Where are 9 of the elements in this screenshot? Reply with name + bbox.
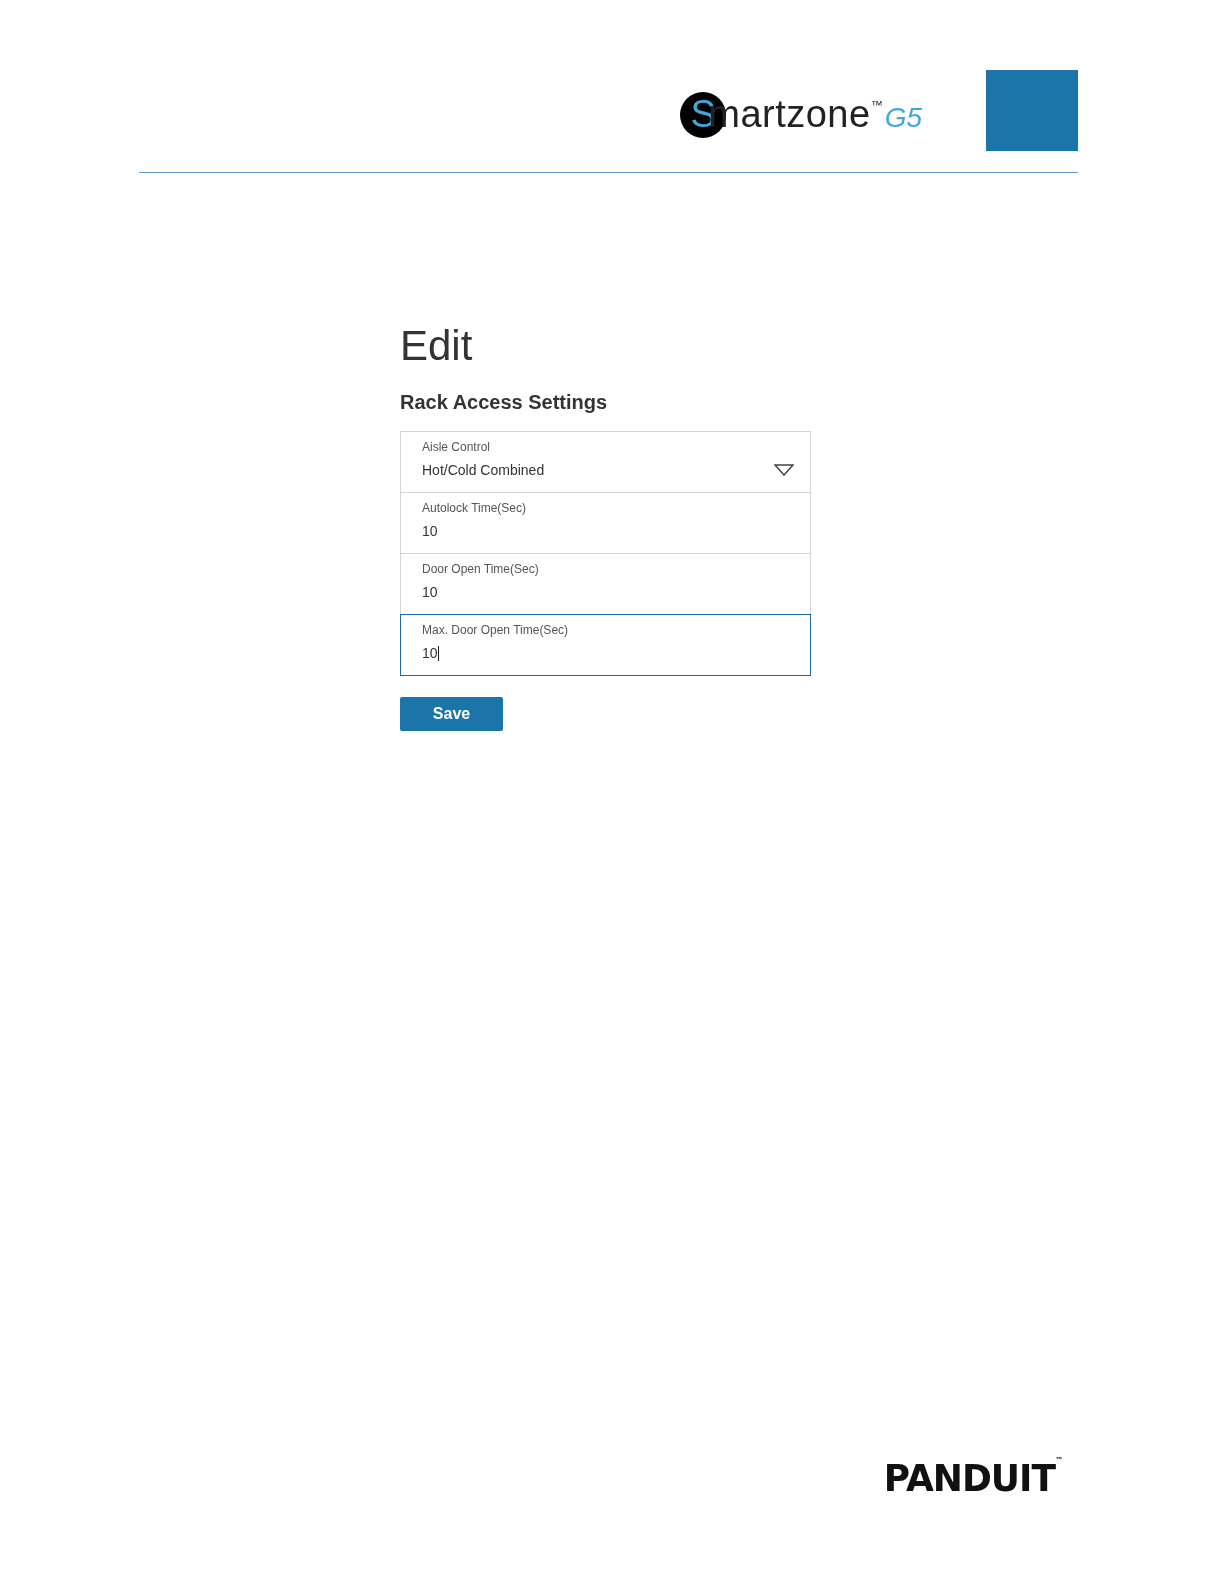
- save-button[interactable]: Save: [400, 697, 503, 732]
- dropdown-arrow-icon: [774, 464, 794, 477]
- panduit-logo: PANDUIT$^{™}$: [883, 1455, 1062, 1500]
- input-field[interactable]: Autolock Time(Sec) 10: [400, 492, 811, 555]
- dropdown-field[interactable]: Aisle Control Hot/Cold Combined: [400, 431, 811, 494]
- input-field[interactable]: Max. Door Open Time(Sec) 10: [400, 614, 811, 677]
- input-field[interactable]: Door Open Time(Sec) 10: [400, 553, 811, 616]
- page-title: Edit: [400, 323, 474, 370]
- section-title: Rack Access Settings: [400, 391, 609, 415]
